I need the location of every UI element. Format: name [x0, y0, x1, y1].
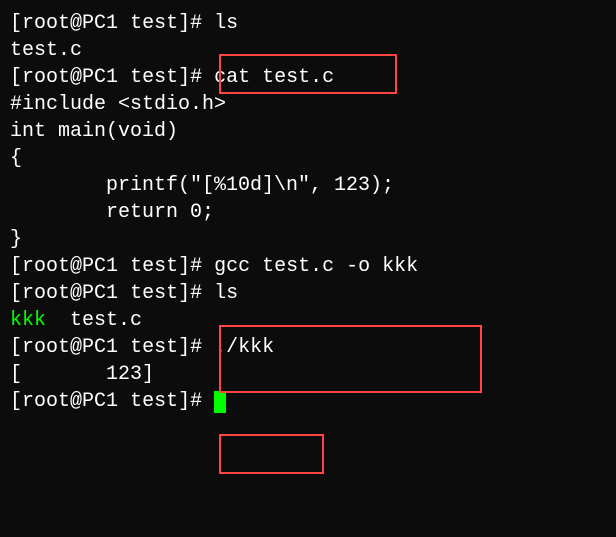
host: PC1	[82, 390, 118, 413]
output-line-1: test.c	[10, 37, 606, 64]
output-line-3: [ 123]	[10, 361, 606, 388]
host: PC1	[82, 282, 118, 305]
user: root	[22, 255, 70, 278]
src-printf: printf("[%10d]\n", 123);	[10, 174, 394, 197]
at-sign: @	[70, 336, 82, 359]
bracket-open: [	[10, 282, 22, 305]
bracket-open: [	[10, 12, 22, 35]
host: PC1	[82, 255, 118, 278]
at-sign: @	[70, 390, 82, 413]
src-return: return 0;	[10, 201, 214, 224]
at-sign: @	[70, 66, 82, 89]
user: root	[22, 336, 70, 359]
bracket-open: [	[10, 66, 22, 89]
prompt-line-4[interactable]: [root@PC1 test]# ls	[10, 280, 606, 307]
src-brace-close: }	[10, 228, 22, 251]
host: PC1	[82, 336, 118, 359]
at-sign: @	[70, 255, 82, 278]
source-line-3: int main(void)	[10, 118, 606, 145]
user: root	[22, 12, 70, 35]
prompt-line-5[interactable]: [root@PC1 test]# ./kkk	[10, 334, 606, 361]
bracket-close: ]#	[178, 282, 202, 305]
command-run: ./kkk	[214, 336, 274, 359]
src-include: #include <stdio.h>	[10, 93, 226, 116]
bracket-close: ]#	[178, 66, 202, 89]
cursor-icon	[214, 391, 226, 413]
program-output: [ 123]	[10, 363, 154, 386]
bracket-open: [	[10, 255, 22, 278]
prompt-line-3[interactable]: [root@PC1 test]# gcc test.c -o kkk	[10, 253, 606, 280]
source-line-5: printf("[%10d]\n", 123);	[10, 172, 606, 199]
directory: test	[130, 12, 178, 35]
bracket-close: ]#	[178, 336, 202, 359]
command-ls: ls	[214, 12, 238, 35]
file-output2: test.c	[46, 309, 142, 332]
directory: test	[130, 336, 178, 359]
bracket-close: ]#	[178, 255, 202, 278]
host: PC1	[82, 12, 118, 35]
prompt-line-1[interactable]: [root@PC1 test]# ls	[10, 10, 606, 37]
bracket-open: [	[10, 390, 22, 413]
bracket-close: ]#	[178, 390, 202, 413]
prompt-line-6[interactable]: [root@PC1 test]#	[10, 388, 606, 415]
user: root	[22, 66, 70, 89]
directory: test	[130, 255, 178, 278]
directory: test	[130, 390, 178, 413]
command-ls2: ls	[214, 282, 238, 305]
source-line-1: #include <stdio.h>	[10, 91, 606, 118]
directory: test	[130, 66, 178, 89]
prompt-line-2[interactable]: [root@PC1 test]# cat test.c	[10, 64, 606, 91]
src-main: int main(void)	[10, 120, 178, 143]
executable-file: kkk	[10, 309, 46, 332]
host: PC1	[82, 66, 118, 89]
file-output: test.c	[10, 39, 82, 62]
command-gcc: gcc test.c -o kkk	[214, 255, 418, 278]
src-brace-open: {	[10, 147, 22, 170]
at-sign: @	[70, 282, 82, 305]
bracket-open: [	[10, 336, 22, 359]
source-line-7: return 0;	[10, 199, 606, 226]
directory: test	[130, 282, 178, 305]
at-sign: @	[70, 12, 82, 35]
highlight-box-run	[219, 434, 324, 474]
source-line-4: {	[10, 145, 606, 172]
bracket-close: ]#	[178, 12, 202, 35]
user: root	[22, 282, 70, 305]
command-cat: cat test.c	[214, 66, 334, 89]
user: root	[22, 390, 70, 413]
source-line-8: }	[10, 226, 606, 253]
output-line-2: kkk test.c	[10, 307, 606, 334]
